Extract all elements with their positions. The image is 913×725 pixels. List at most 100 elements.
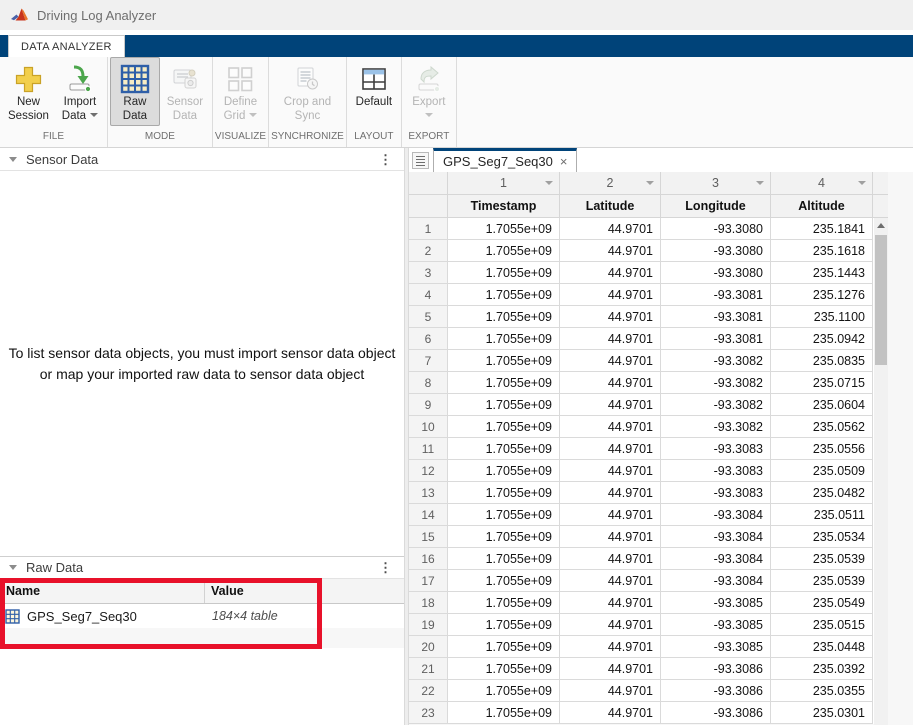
table-cell[interactable]: -93.3083: [661, 460, 771, 482]
row-number[interactable]: 9: [409, 394, 448, 416]
table-cell[interactable]: 235.0604: [771, 394, 873, 416]
table-cell[interactable]: 1.7055e+09: [448, 394, 560, 416]
crop-and-sync-button[interactable]: Crop and Sync: [278, 57, 337, 126]
table-cell[interactable]: 44.9701: [560, 548, 661, 570]
table-cell[interactable]: 44.9701: [560, 592, 661, 614]
table-cell[interactable]: 1.7055e+09: [448, 438, 560, 460]
table-cell[interactable]: -93.3082: [661, 350, 771, 372]
table-cell[interactable]: 44.9701: [560, 262, 661, 284]
table-cell[interactable]: 44.9701: [560, 636, 661, 658]
table-cell[interactable]: 235.0448: [771, 636, 873, 658]
table-cell[interactable]: 235.0301: [771, 702, 873, 724]
table-cell[interactable]: 235.0509: [771, 460, 873, 482]
raw-data-row[interactable]: GPS_Seg7_Seq30 184×4 table: [0, 604, 404, 628]
table-cell[interactable]: 44.9701: [560, 526, 661, 548]
table-cell[interactable]: 44.9701: [560, 680, 661, 702]
table-cell[interactable]: 235.0562: [771, 416, 873, 438]
row-number[interactable]: 12: [409, 460, 448, 482]
row-number[interactable]: 1: [409, 218, 448, 240]
table-cell[interactable]: 1.7055e+09: [448, 592, 560, 614]
vertical-scrollbar[interactable]: [874, 218, 888, 725]
table-cell[interactable]: 235.0511: [771, 504, 873, 526]
table-cell[interactable]: -93.3082: [661, 394, 771, 416]
table-cell[interactable]: -93.3085: [661, 592, 771, 614]
table-cell[interactable]: 44.9701: [560, 328, 661, 350]
row-number[interactable]: 21: [409, 658, 448, 680]
column-name-header[interactable]: Longitude: [661, 195, 771, 218]
table-cell[interactable]: -93.3084: [661, 570, 771, 592]
row-number[interactable]: 11: [409, 438, 448, 460]
row-number[interactable]: 4: [409, 284, 448, 306]
column-number-header[interactable]: 4: [771, 172, 873, 195]
table-cell[interactable]: 1.7055e+09: [448, 526, 560, 548]
column-menu-icon[interactable]: [646, 181, 654, 185]
table-cell[interactable]: 1.7055e+09: [448, 306, 560, 328]
column-number-header[interactable]: 2: [560, 172, 661, 195]
table-cell[interactable]: 44.9701: [560, 482, 661, 504]
table-cell[interactable]: 235.0392: [771, 658, 873, 680]
table-cell[interactable]: 1.7055e+09: [448, 284, 560, 306]
table-cell[interactable]: -93.3083: [661, 482, 771, 504]
table-cell[interactable]: 1.7055e+09: [448, 350, 560, 372]
table-cell[interactable]: -93.3082: [661, 416, 771, 438]
column-menu-icon[interactable]: [756, 181, 764, 185]
raw-column-name[interactable]: Name: [0, 579, 205, 603]
column-name-header[interactable]: Timestamp: [448, 195, 560, 218]
row-number[interactable]: 16: [409, 548, 448, 570]
table-cell[interactable]: -93.3084: [661, 504, 771, 526]
table-cell[interactable]: 235.0539: [771, 570, 873, 592]
collapse-icon[interactable]: [9, 157, 17, 162]
row-number[interactable]: 18: [409, 592, 448, 614]
table-cell[interactable]: 1.7055e+09: [448, 416, 560, 438]
column-menu-icon[interactable]: [545, 181, 553, 185]
table-cell[interactable]: 1.7055e+09: [448, 218, 560, 240]
table-cell[interactable]: -93.3081: [661, 328, 771, 350]
table-cell[interactable]: -93.3081: [661, 306, 771, 328]
row-number[interactable]: 7: [409, 350, 448, 372]
table-cell[interactable]: 1.7055e+09: [448, 504, 560, 526]
row-number[interactable]: 3: [409, 262, 448, 284]
table-cell[interactable]: 44.9701: [560, 658, 661, 680]
kebab-menu-icon[interactable]: ⋮: [376, 153, 395, 166]
table-cell[interactable]: 44.9701: [560, 350, 661, 372]
row-number[interactable]: 8: [409, 372, 448, 394]
table-cell[interactable]: -93.3084: [661, 526, 771, 548]
row-number[interactable]: 5: [409, 306, 448, 328]
table-cell[interactable]: 235.1443: [771, 262, 873, 284]
table-cell[interactable]: 235.0556: [771, 438, 873, 460]
table-cell[interactable]: 235.0539: [771, 548, 873, 570]
table-cell[interactable]: 1.7055e+09: [448, 372, 560, 394]
row-number[interactable]: 6: [409, 328, 448, 350]
table-cell[interactable]: 1.7055e+09: [448, 328, 560, 350]
row-number[interactable]: 14: [409, 504, 448, 526]
export-button[interactable]: Export: [404, 57, 454, 126]
column-number-header[interactable]: 1: [448, 172, 560, 195]
scrollbar-thumb[interactable]: [875, 235, 887, 365]
table-cell[interactable]: 235.0355: [771, 680, 873, 702]
column-name-header[interactable]: Latitude: [560, 195, 661, 218]
table-cell[interactable]: 44.9701: [560, 306, 661, 328]
default-layout-button[interactable]: Default: [349, 57, 399, 113]
column-menu-icon[interactable]: [858, 181, 866, 185]
import-data-button[interactable]: Import Data: [55, 57, 105, 126]
define-grid-button[interactable]: Define Grid: [215, 57, 265, 126]
table-cell[interactable]: 44.9701: [560, 460, 661, 482]
table-cell[interactable]: 235.1841: [771, 218, 873, 240]
table-cell[interactable]: -93.3080: [661, 218, 771, 240]
row-number[interactable]: 19: [409, 614, 448, 636]
table-cell[interactable]: -93.3085: [661, 636, 771, 658]
row-number[interactable]: 10: [409, 416, 448, 438]
table-cell[interactable]: -93.3083: [661, 438, 771, 460]
table-cell[interactable]: 235.0715: [771, 372, 873, 394]
table-cell[interactable]: -93.3081: [661, 284, 771, 306]
table-cell[interactable]: 235.0534: [771, 526, 873, 548]
table-cell[interactable]: -93.3086: [661, 702, 771, 724]
table-cell[interactable]: 44.9701: [560, 504, 661, 526]
table-cell[interactable]: 235.1100: [771, 306, 873, 328]
table-cell[interactable]: 1.7055e+09: [448, 658, 560, 680]
table-cell[interactable]: 44.9701: [560, 240, 661, 262]
table-cell[interactable]: 235.0549: [771, 592, 873, 614]
column-name-header[interactable]: Altitude: [771, 195, 873, 218]
table-cell[interactable]: 44.9701: [560, 218, 661, 240]
raw-column-value[interactable]: Value: [205, 579, 404, 603]
